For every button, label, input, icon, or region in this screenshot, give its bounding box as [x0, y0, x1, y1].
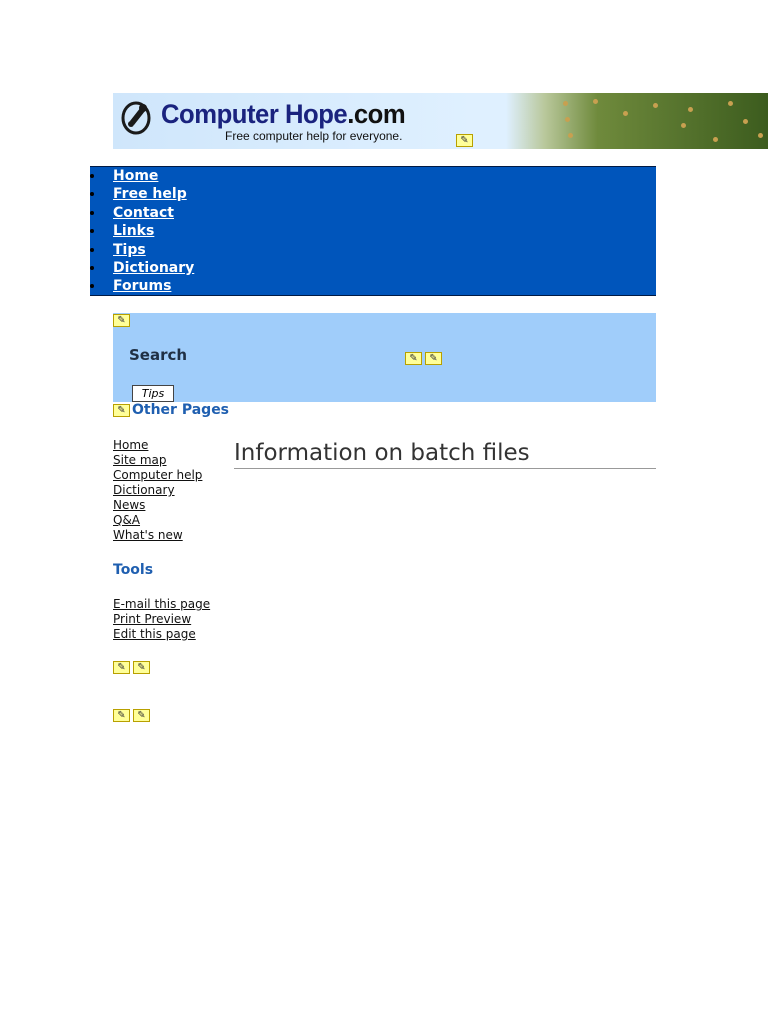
title-divider [234, 468, 656, 469]
broken-image-icon: ✎ [113, 709, 130, 722]
bullet-icon [90, 247, 94, 252]
nav-link-home[interactable]: Home [113, 167, 158, 185]
nav-link-forums[interactable]: Forums [113, 277, 171, 295]
broken-image-icon[interactable]: ✎ [425, 352, 442, 365]
broken-image-icon: ✎ [456, 134, 473, 147]
nav-link-links[interactable]: Links [113, 222, 154, 240]
nav-link-contact[interactable]: Contact [113, 204, 174, 222]
broken-image-icon: ✎ [133, 709, 150, 722]
bullet-icon [90, 174, 94, 178]
sidebar-link-whats-new[interactable]: What's new [113, 528, 183, 543]
tips-button[interactable]: Tips [132, 385, 174, 402]
tool-link-edit-page[interactable]: Edit this page [113, 627, 196, 642]
bullet-icon [90, 229, 94, 234]
sidebar-link-qa[interactable]: Q&A [113, 513, 140, 528]
bullet-icon [90, 192, 94, 197]
search-label: Search [129, 346, 188, 364]
search-panel: ✎ Search ✎ ✎ Tips [113, 313, 656, 402]
broken-image-icon: ✎ [113, 404, 130, 417]
logo-wordmark[interactable]: Computer Hope.com [161, 99, 406, 129]
broken-image-icon[interactable]: ✎ [405, 352, 422, 365]
tool-link-print-preview[interactable]: Print Preview [113, 612, 191, 627]
sidebar-link-site-map[interactable]: Site map [113, 453, 167, 468]
sidebar-link-dictionary[interactable]: Dictionary [113, 483, 175, 498]
broken-image-icon: ✎ [113, 314, 130, 327]
logo-suffix-text: .com [347, 99, 406, 129]
bullet-icon [90, 265, 94, 270]
other-pages-heading: Other Pages [132, 402, 230, 418]
site-banner: Computer Hope.com Free computer help for… [113, 93, 768, 149]
logo-icon [121, 101, 151, 135]
sidebar-link-news[interactable]: News [113, 498, 145, 513]
tagline: Free computer help for everyone. [225, 129, 403, 143]
tools-heading: Tools [113, 562, 154, 578]
nav-link-dictionary[interactable]: Dictionary [113, 259, 194, 277]
sidebar-link-home[interactable]: Home [113, 438, 148, 453]
bullet-icon [90, 210, 94, 215]
broken-image-icon: ✎ [133, 661, 150, 674]
broken-image-icon: ✎ [113, 661, 130, 674]
tool-link-email-page[interactable]: E-mail this page [113, 597, 210, 612]
nav-link-tips[interactable]: Tips [113, 241, 146, 259]
bullet-icon [90, 284, 94, 289]
sidebar-link-computer-help[interactable]: Computer help [113, 468, 202, 483]
logo-main-text: Computer Hope [161, 99, 348, 129]
nav-link-free-help[interactable]: Free help [113, 185, 187, 203]
page-title: Information on batch files [234, 440, 530, 466]
main-nav: Home Free help Contact Links Tips Dictio… [90, 166, 656, 296]
